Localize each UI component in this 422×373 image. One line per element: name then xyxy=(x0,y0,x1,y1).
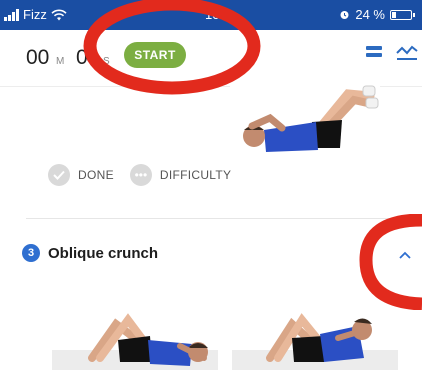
exercise-title: Oblique crunch xyxy=(48,244,159,262)
timer-minutes: 00 xyxy=(26,46,50,69)
status-right: 24 % xyxy=(339,7,415,22)
timer-seconds: 0 xyxy=(76,46,88,69)
status-bar: Fizz 10:5 24 % xyxy=(0,0,422,30)
timer-minutes-unit: M xyxy=(56,56,65,67)
chart-icon[interactable] xyxy=(396,44,418,62)
timer-seconds-unit: S xyxy=(103,56,110,67)
list-icon[interactable] xyxy=(366,46,382,60)
more-icon: ••• xyxy=(134,168,148,182)
done-label[interactable]: DONE xyxy=(78,168,114,182)
exercise-number-badge: 3 xyxy=(22,244,40,262)
battery-icon xyxy=(390,9,415,20)
status-time: 10:5 xyxy=(205,7,231,22)
chevron-up-icon[interactable] xyxy=(398,250,412,260)
battery-percent: 24 % xyxy=(355,7,385,22)
signal-icon xyxy=(4,8,19,21)
difficulty-toggle[interactable]: ••• xyxy=(129,164,152,186)
difficulty-label[interactable]: DIFFICULTY xyxy=(160,168,231,182)
annotation-circle xyxy=(359,214,422,310)
start-button[interactable]: START xyxy=(124,42,186,68)
wifi-icon xyxy=(51,9,67,20)
alarm-icon xyxy=(340,11,349,19)
exercise-status-row: DONE ••• DIFFICULTY xyxy=(48,164,231,186)
done-toggle[interactable] xyxy=(48,164,70,186)
status-left: Fizz xyxy=(4,7,67,22)
workout-header: 00 M 0 S START xyxy=(0,30,422,87)
exercise-image-oblique-2 xyxy=(266,313,372,362)
check-icon xyxy=(53,170,65,180)
exercise-header[interactable]: 3 Oblique crunch xyxy=(22,244,158,262)
exercise-image-crunch xyxy=(230,80,380,160)
exercise-image-oblique-1 xyxy=(88,313,208,366)
carrier-name: Fizz xyxy=(23,7,47,22)
section-divider xyxy=(26,218,422,219)
